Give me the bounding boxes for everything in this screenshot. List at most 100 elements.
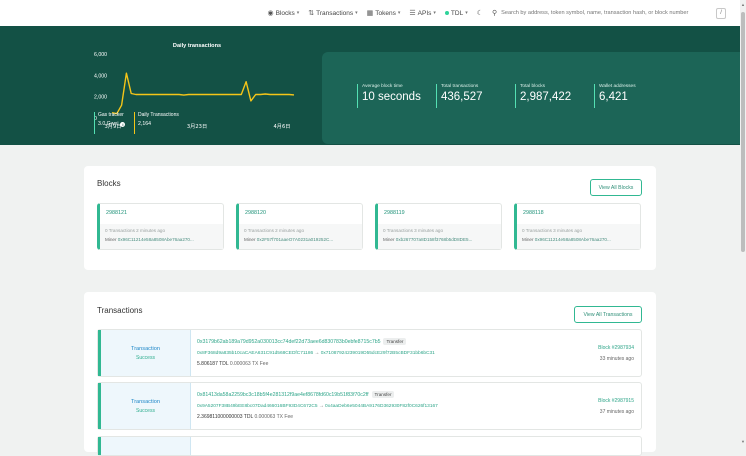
from-address-link[interactable]: 0x8F368d9a835b10caCAEA631C91d568CEDfC711… [197,351,313,356]
stat-label: Total transactions [441,84,479,89]
miner-address-link[interactable]: 0x96C11214e58a8508Abe76aa270... [535,237,611,242]
transactions-title: Transactions [97,306,143,315]
block-number-link[interactable]: 2988121 [106,210,127,216]
gas-tracker-value-row: 3.0 Gwei i [98,121,126,127]
nav-transactions-label: Transactions [316,9,354,17]
x-tick-label: 4月6日 [274,123,291,130]
scroll-down-icon[interactable]: ▼ [741,439,745,444]
search-shortcut-key: / [716,7,727,19]
y-tick-label: 6,000 [94,52,107,58]
stat-total-blocks: Total blocks 2,987,422 [515,84,571,108]
transaction-tile [97,436,642,456]
hero-section: Daily transactions 6,000 4,000 2,000 0 3月9日 3月… [0,26,740,145]
block-meta: 0 Transactions 3 minutes ago [383,228,444,233]
nav-tokens-label: Tokens [375,9,396,17]
miner-address-link[interactable]: 0x2F57f701aaeO7A0231a019252C... [257,237,333,242]
transaction-type-label: Transaction [130,398,161,405]
block-miner: Miner 0x96C11214e58a8508Abe76aa270... [522,237,635,242]
stat-label: Total blocks [520,84,546,89]
transaction-amount-row: 5.806187 TDL 0.000063 TX Fee [197,361,268,367]
block-number-link[interactable]: 2988120 [245,210,266,216]
blocks-icon: ◉ [267,10,274,17]
daily-transactions-label: Daily Transactions [138,112,179,118]
transaction-hash-link[interactable]: 0x81413da58a2259bc3c18b5f4e281312f9ae4ef… [197,392,369,398]
block-tile[interactable]: 2988121 0 Transactions 2 minutes ago Min… [97,203,224,250]
chevron-down-icon: ▾ [296,10,300,16]
miner-label: Miner [105,237,117,242]
chevron-down-icon: ▾ [433,10,436,16]
nav-tokens[interactable]: ▦ Tokens ▾ [366,9,401,18]
y-tick-label: 4,000 [94,73,107,79]
stats-panel: Average block time 10 seconds Total tran… [322,52,740,144]
top-navbar: ◉ Blocks ▾ ⇅ Transactions ▾ ▦ Tokens ▾ ☰… [0,0,740,26]
transaction-amount: 5.806187 TDL [197,361,229,367]
transaction-block-link[interactable]: Block #2987934 [598,345,634,351]
transfer-badge: Transfer [371,391,395,398]
stat-label: Wallet addresses [599,84,636,89]
transaction-block-link[interactable]: Block #2987915 [598,398,634,404]
miner-label: Miner [244,237,256,242]
nav-blocks-label: Blocks [275,9,295,17]
view-all-transactions-button[interactable]: View All Transactions [574,306,642,323]
block-tile[interactable]: 2988119 0 Transactions 3 minutes ago Min… [375,203,502,250]
block-number-link[interactable]: 2988119 [384,210,405,216]
block-footer: 0 Transactions 3 minutes ago Miner 0x96C… [517,224,640,249]
block-miner: Miner 0x2F57f701aaeO7A0231a019252C... [244,237,357,242]
transaction-addresses: 0x8F368d9a835b10caCAEA631C91d568CEDfC711… [197,351,435,356]
block-footer: 0 Transactions 2 minutes ago Miner 0x2F5… [239,224,362,249]
stat-average-block-time: Average block time 10 seconds [357,84,421,108]
theme-toggle[interactable]: ☾ [477,9,483,17]
block-number-link[interactable]: 2988118 [523,210,544,216]
transaction-status: Success [136,407,155,414]
nav-apis[interactable]: ☰ APIs ▾ [409,9,436,18]
chevron-down-icon: ▾ [355,10,358,16]
transaction-status: Success [136,354,155,361]
daily-transactions-value: 2,164 [138,121,151,127]
nav-blocks[interactable]: ◉ Blocks ▾ [267,9,300,18]
block-footer: 0 Transactions 2 minutes ago Miner 0x96C… [100,224,223,249]
chart-title: Daily transactions [173,43,221,49]
miner-address-link[interactable]: 0x96C11214e58a8508Abe76aa270... [118,237,194,242]
transactions-icon: ⇅ [308,10,315,17]
stat-value: 436,527 [441,91,483,103]
miner-address-link[interactable]: 0xb267707a8D158f3768b5dD8DE5... [396,237,473,242]
transaction-amount: 2.369811000000003 TDL [197,414,254,420]
moon-icon: ☾ [476,10,483,17]
chevron-down-icon: ▾ [465,10,468,16]
transaction-tile: Transaction Success 0x81413da58a2259bc3c… [97,382,642,430]
transaction-type-label: Transaction [130,345,161,352]
block-miner: Miner 0xb267707a8D158f3768b5dD8DE5... [383,237,496,242]
network-selector[interactable]: TDL ▾ [444,10,468,17]
blocks-title: Blocks [97,179,121,188]
block-tile[interactable]: 2988118 0 Transactions 3 minutes ago Min… [514,203,641,250]
nav-apis-label: APIs [417,9,432,17]
network-status-dot [444,11,449,15]
arrow-right-icon: → [314,351,320,356]
block-tile[interactable]: 2988120 0 Transactions 2 minutes ago Min… [236,203,363,250]
transaction-time: 33 minutes ago [599,356,634,362]
nav-transactions[interactable]: ⇅ Transactions ▾ [308,9,358,18]
page-scrollbar[interactable]: ▲ ▼ [740,0,746,446]
transaction-time: 37 minutes ago [599,409,634,415]
from-address-link[interactable]: 0x9A5207F38B49bEE8bc07Dad466016BF93D4C67… [197,404,318,409]
search-bar: ⚲ / [492,5,736,21]
scroll-up-icon[interactable]: ▲ [741,2,745,7]
tokens-icon: ▦ [366,10,374,17]
stat-label: Average block time [362,84,403,89]
block-miner: Miner 0x96C11214e58a8508Abe76aa270... [105,237,218,242]
block-meta: 0 Transactions 2 minutes ago [105,228,166,233]
scrollbar-thumb[interactable] [741,12,745,252]
arrow-right-icon: → [318,404,324,409]
miner-label: Miner [383,237,395,242]
info-icon[interactable]: i [120,121,126,127]
y-tick-label: 2,000 [94,95,107,101]
search-input[interactable] [501,10,717,16]
stat-value: 10 seconds [362,91,421,103]
to-address-link[interactable]: 0x4aaDeb6e5044BA9176D362930F82f0C626f131… [325,404,438,409]
view-all-blocks-button[interactable]: View All Blocks [590,179,642,196]
transaction-hash-link[interactable]: 0x3179b62ab189a79d952a030013cc74def22d73… [197,339,380,345]
gas-tracker: Gas tracker 3.0 Gwei i [94,112,126,134]
to-address-link[interactable]: 0x71087924239019D55dcE29f72B5cBDF31bb6bC… [321,351,435,356]
gas-tracker-value: 3.0 Gwei [98,121,119,127]
transfer-badge: Transfer [383,338,407,345]
